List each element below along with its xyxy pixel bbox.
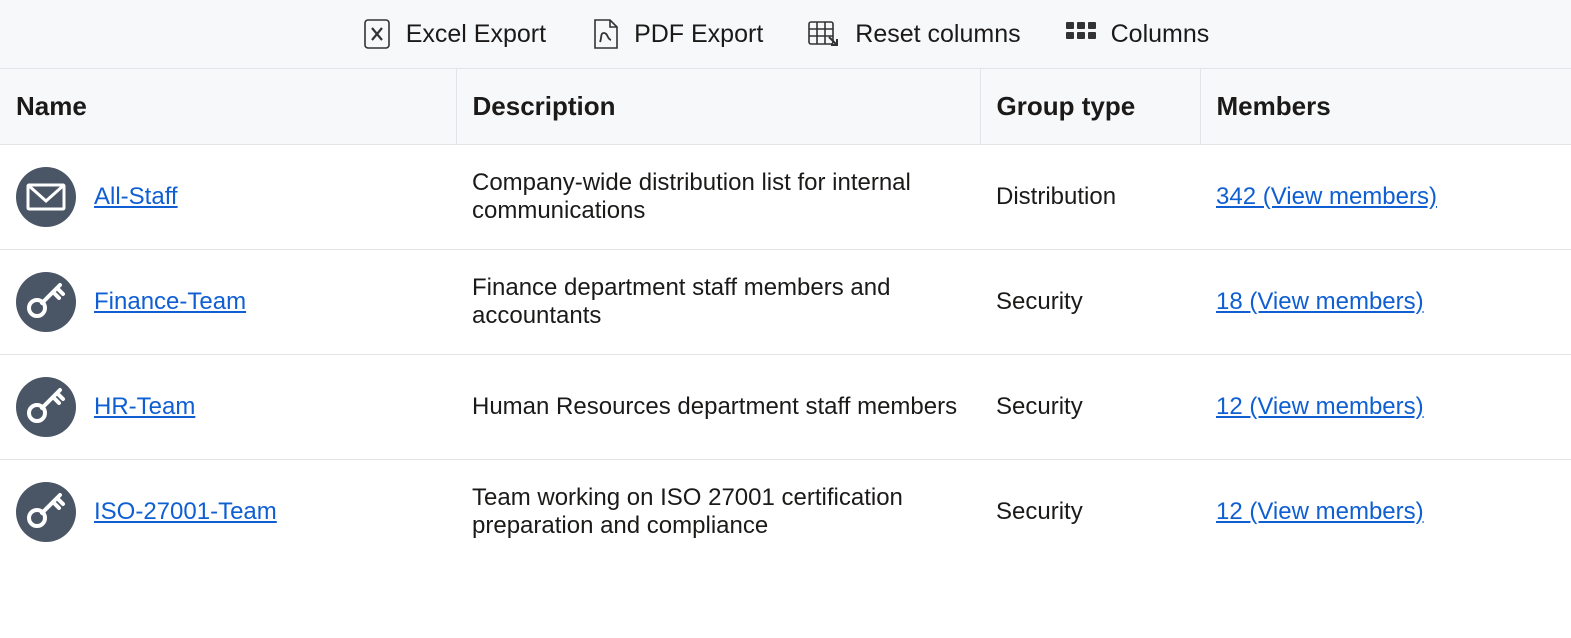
columns-grid-icon: [1065, 20, 1097, 48]
pdf-file-icon: [590, 18, 620, 50]
pdf-export-button[interactable]: PDF Export: [590, 18, 763, 50]
reset-columns-label: Reset columns: [855, 20, 1020, 49]
cell-members: 12 (View members): [1200, 355, 1571, 460]
cell-group-type: Distribution: [980, 145, 1200, 250]
reset-columns-button[interactable]: Reset columns: [807, 19, 1020, 49]
cell-description: Company-wide distribution list for inter…: [456, 145, 980, 250]
envelope-icon: [16, 167, 76, 227]
reset-columns-icon: [807, 19, 841, 49]
excel-file-icon: [362, 18, 392, 50]
columns-button[interactable]: Columns: [1065, 20, 1210, 49]
table-header-row: Name Description Group type Members: [0, 69, 1571, 145]
columns-label: Columns: [1111, 20, 1210, 49]
table-row: All-Staff Company-wide distribution list …: [0, 145, 1571, 250]
groups-table: Name Description Group type Members All-…: [0, 69, 1571, 564]
cell-description: Human Resources department staff members: [456, 355, 980, 460]
view-members-link[interactable]: 342 (View members): [1216, 183, 1437, 210]
table-row: ISO-27001-Team Team working on ISO 27001 …: [0, 460, 1571, 565]
view-members-link[interactable]: 12 (View members): [1216, 393, 1424, 420]
cell-name: HR-Team: [0, 355, 456, 460]
cell-members: 12 (View members): [1200, 460, 1571, 565]
group-name-link[interactable]: HR-Team: [94, 393, 195, 421]
cell-group-type: Security: [980, 460, 1200, 565]
key-icon: [16, 377, 76, 437]
toolbar: Excel Export PDF Export Reset columns: [0, 0, 1571, 69]
cell-name: Finance-Team: [0, 250, 456, 355]
excel-export-button[interactable]: Excel Export: [362, 18, 546, 50]
col-header-description[interactable]: Description: [456, 69, 980, 145]
key-icon: [16, 272, 76, 332]
table-row: Finance-Team Finance department staff mem…: [0, 250, 1571, 355]
col-header-group-type[interactable]: Group type: [980, 69, 1200, 145]
cell-members: 342 (View members): [1200, 145, 1571, 250]
cell-name: All-Staff: [0, 145, 456, 250]
col-header-members[interactable]: Members: [1200, 69, 1571, 145]
cell-name: ISO-27001-Team: [0, 460, 456, 565]
table-row: HR-Team Human Resources department staff …: [0, 355, 1571, 460]
cell-group-type: Security: [980, 355, 1200, 460]
cell-members: 18 (View members): [1200, 250, 1571, 355]
cell-group-type: Security: [980, 250, 1200, 355]
cell-description: Team working on ISO 27001 certification …: [456, 460, 980, 565]
key-icon: [16, 482, 76, 542]
view-members-link[interactable]: 18 (View members): [1216, 288, 1424, 315]
group-name-link[interactable]: Finance-Team: [94, 288, 246, 316]
group-name-link[interactable]: ISO-27001-Team: [94, 498, 277, 526]
cell-description: Finance department staff members and acc…: [456, 250, 980, 355]
pdf-export-label: PDF Export: [634, 20, 763, 49]
view-members-link[interactable]: 12 (View members): [1216, 498, 1424, 525]
group-name-link[interactable]: All-Staff: [94, 183, 178, 211]
col-header-name[interactable]: Name: [0, 69, 456, 145]
excel-export-label: Excel Export: [406, 20, 546, 49]
